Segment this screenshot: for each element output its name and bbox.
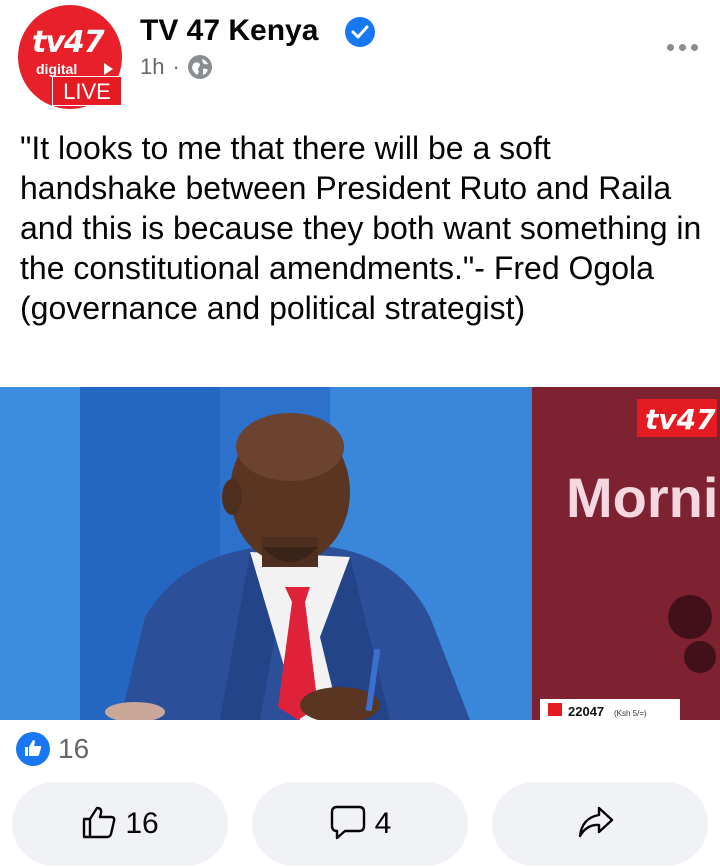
page-name[interactable]: TV 47 Kenya [140,14,318,48]
ticker-number: 22047 [568,704,604,719]
like-reaction-icon [16,732,50,766]
like-button[interactable]: 16 [12,782,228,866]
thumbs-up-icon [81,804,117,845]
post-image-illustration: tv47 Morni 22047 (Ksh 5/=) [0,387,720,720]
reactions-summary[interactable]: 16 [16,732,89,766]
comment-button[interactable]: 4 [252,782,468,866]
post-meta: 1h · [140,54,212,80]
comment-icon [329,804,367,845]
like-count: 16 [125,807,159,840]
verified-badge-icon [345,17,375,47]
avatar-logo-text: tv47 [32,25,105,60]
post-image[interactable]: tv47 Morni 22047 (Ksh 5/=) [0,387,720,720]
avatar-logo-sub: digital [36,61,78,77]
ticker-sub: (Ksh 5/=) [614,709,647,718]
share-icon [577,804,615,845]
show-title-text: Morni [566,466,718,529]
dot-icon [667,44,674,51]
comment-count: 4 [374,807,392,840]
post-actions: 16 4 [0,782,720,866]
channel-logo: tv47 [645,403,716,436]
reaction-count: 16 [58,733,90,764]
share-button[interactable] [492,782,708,866]
globe-icon [187,55,212,79]
post-header: tv47 digital LIVE TV 47 Kenya 1h · [0,0,720,110]
dot-icon [679,44,686,51]
live-badge: LIVE [52,76,122,106]
play-icon [104,63,113,75]
dot-icon [691,44,698,51]
more-options-button[interactable] [667,44,698,51]
post-text: "It looks to me that there will be a sof… [20,130,702,326]
meta-separator: · [172,54,180,79]
post-time[interactable]: 1h [140,54,164,80]
